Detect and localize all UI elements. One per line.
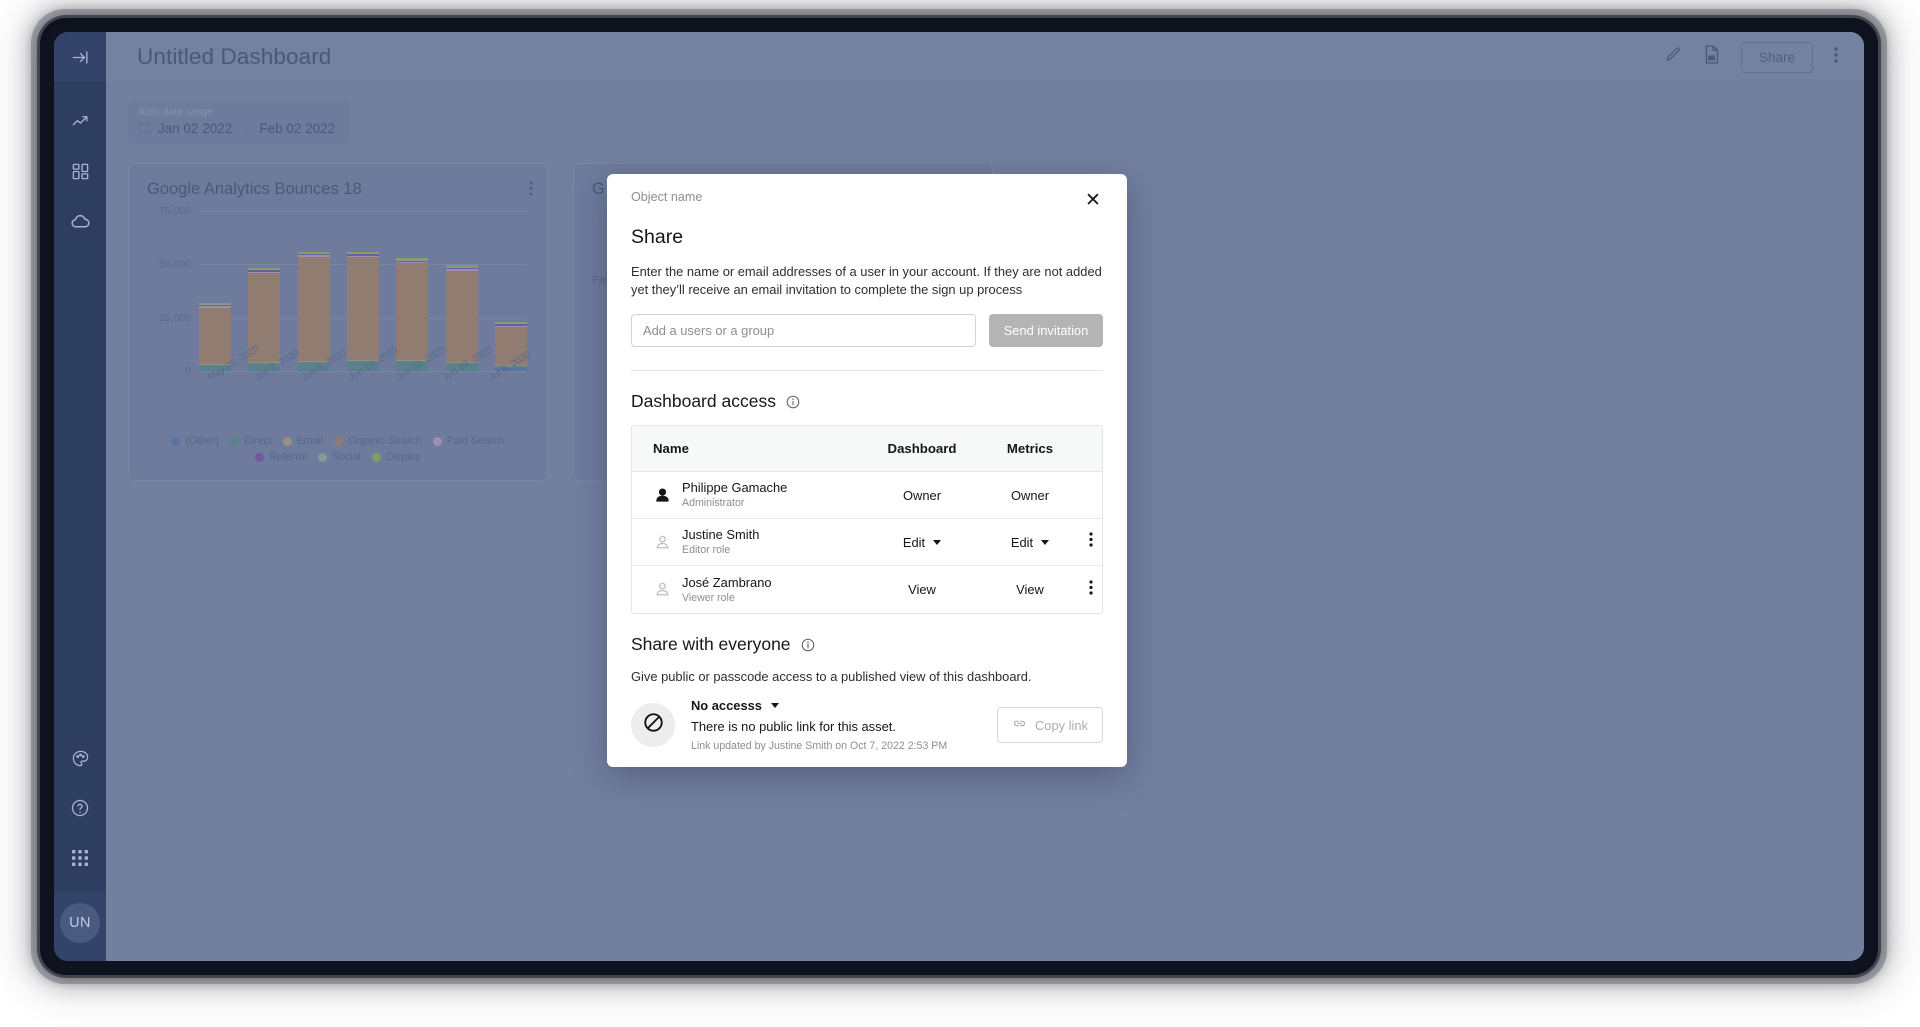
no-access-icon bbox=[642, 711, 665, 739]
copy-link-label: Copy link bbox=[1034, 717, 1088, 733]
sidebar-item-analytics[interactable] bbox=[54, 96, 106, 146]
help-circle-icon bbox=[70, 798, 90, 818]
add-users-input[interactable] bbox=[631, 314, 976, 348]
cell-dashboard-role: View bbox=[864, 582, 980, 597]
person-name: José Zambrano bbox=[682, 574, 772, 590]
cell-dashboard-role[interactable]: Edit bbox=[864, 535, 980, 550]
row-menu-button[interactable] bbox=[1080, 532, 1102, 552]
object-name-label: Object name bbox=[631, 190, 703, 204]
person-icon bbox=[653, 486, 671, 504]
person-icon bbox=[653, 581, 671, 599]
collapse-panel-icon bbox=[54, 48, 106, 67]
row-menu-button[interactable] bbox=[1080, 580, 1102, 600]
copy-link-button[interactable]: Copy link bbox=[996, 707, 1103, 744]
trending-up-icon bbox=[71, 112, 90, 131]
table-row: José Zambrano Viewer role View View bbox=[632, 566, 1102, 614]
share-dialog: Object name ✕ Share Enter the name or em… bbox=[607, 174, 1127, 767]
table-header: Name Dashboard Metrics bbox=[632, 426, 1102, 473]
cell-metrics-role-value: View bbox=[1016, 582, 1044, 598]
grid-dashboard-icon bbox=[71, 162, 90, 181]
divider bbox=[631, 370, 1103, 372]
public-access-text: No accesss There is no public link for t… bbox=[691, 698, 981, 752]
cell-metrics-role: Owner bbox=[980, 488, 1080, 503]
cell-metrics-role-value: Owner bbox=[1011, 487, 1049, 503]
public-access-selector[interactable]: No accesss bbox=[691, 698, 981, 713]
dialog-header: Object name ✕ bbox=[631, 174, 1103, 210]
dashboard-access-header: Dashboard access bbox=[631, 391, 1103, 412]
cell-metrics-role: View bbox=[980, 582, 1080, 597]
cell-name: Philippe Gamache Administrator bbox=[632, 479, 864, 511]
sidebar-item-help[interactable] bbox=[54, 783, 106, 833]
cell-dashboard-role-value: Edit bbox=[902, 534, 926, 550]
dialog-description: Enter the name or email addresses of a u… bbox=[631, 264, 1102, 297]
share-everyone-header: Share with everyone bbox=[631, 634, 1103, 655]
public-access-row: No accesss There is no public link for t… bbox=[631, 698, 1103, 752]
apps-grid-icon bbox=[71, 849, 89, 867]
table-body: Philippe Gamache Administrator Owner Owner J… bbox=[632, 472, 1102, 614]
cloud-icon bbox=[70, 211, 91, 232]
person-text: Justine Smith Editor role bbox=[682, 526, 759, 558]
sidebar-item-dashboards[interactable] bbox=[54, 146, 106, 196]
avatar-initials: UN bbox=[69, 915, 91, 931]
left-sidebar: UN bbox=[54, 32, 106, 961]
link-icon bbox=[1012, 716, 1027, 734]
person-role: Editor role bbox=[682, 544, 731, 557]
chevron-down-icon bbox=[770, 703, 779, 709]
sidebar-collapse-button[interactable] bbox=[54, 32, 106, 82]
public-status-badge bbox=[631, 703, 675, 748]
dashboard-access-title: Dashboard access bbox=[631, 391, 776, 412]
avatar[interactable]: UN bbox=[60, 903, 100, 943]
table-row: Philippe Gamache Administrator Owner Owner bbox=[632, 472, 1102, 520]
sidebar-item-apps[interactable] bbox=[54, 833, 106, 883]
cell-dashboard-role: Owner bbox=[864, 488, 980, 503]
person: José Zambrano Viewer role bbox=[653, 574, 864, 606]
link-updated-text: Link updated by Justine Smith on Oct 7, … bbox=[691, 740, 948, 753]
chevron-down-icon bbox=[933, 539, 942, 545]
person: Philippe Gamache Administrator bbox=[653, 479, 864, 511]
sidebar-item-theme[interactable] bbox=[54, 733, 106, 783]
person: Justine Smith Editor role bbox=[653, 526, 864, 558]
info-circle-icon[interactable] bbox=[786, 395, 800, 409]
cell-metrics-role-value: Edit bbox=[1010, 534, 1034, 550]
person-name: Philippe Gamache bbox=[682, 480, 788, 496]
dialog-title: Share bbox=[631, 226, 684, 248]
access-table: Name Dashboard Metrics Philippe Gamache A… bbox=[631, 425, 1103, 615]
person-text: José Zambrano Viewer role bbox=[682, 574, 772, 606]
sidebar-account-band: UN bbox=[54, 893, 106, 961]
cell-dashboard-role-value: Owner bbox=[903, 487, 941, 503]
share-everyone-description: Give public or passcode access to a publ… bbox=[631, 669, 1032, 685]
kebab-menu-icon bbox=[1089, 532, 1093, 552]
screen: UN Untitled Dashboard Share Auto date ra… bbox=[0, 0, 1920, 1027]
person-role: Administrator bbox=[682, 497, 745, 510]
cell-dashboard-role-value: View bbox=[908, 582, 936, 598]
cell-metrics-role[interactable]: Edit bbox=[980, 535, 1080, 550]
share-everyone-title: Share with everyone bbox=[631, 634, 791, 655]
close-icon: ✕ bbox=[1085, 189, 1101, 211]
table-row: Justine Smith Editor role Edit Edit bbox=[632, 519, 1102, 567]
invite-row: Send invitation bbox=[631, 314, 1103, 348]
column-header-name: Name bbox=[653, 441, 689, 457]
column-header-metrics: Metrics bbox=[1006, 441, 1054, 457]
info-circle-icon[interactable] bbox=[801, 638, 815, 652]
person-role: Viewer role bbox=[682, 591, 735, 604]
palette-icon bbox=[71, 749, 90, 768]
person-name: Justine Smith bbox=[682, 527, 760, 543]
public-access-value: No accesss bbox=[691, 698, 762, 714]
send-invitation-button[interactable]: Send invitation bbox=[989, 314, 1103, 348]
cell-name: Justine Smith Editor role bbox=[632, 526, 864, 558]
app-window: UN Untitled Dashboard Share Auto date ra… bbox=[54, 32, 1864, 961]
sidebar-item-data-sources[interactable] bbox=[54, 196, 106, 246]
person-icon bbox=[653, 533, 671, 551]
kebab-menu-icon bbox=[1089, 580, 1093, 600]
main-content: Untitled Dashboard Share Auto date range… bbox=[106, 32, 1864, 961]
column-header-dashboard: Dashboard bbox=[887, 441, 957, 457]
browser-frame: UN Untitled Dashboard Share Auto date ra… bbox=[40, 18, 1878, 975]
chevron-down-icon bbox=[1041, 539, 1050, 545]
no-public-link-text: There is no public link for this asset. bbox=[691, 719, 896, 735]
close-dialog-button[interactable]: ✕ bbox=[1083, 190, 1103, 210]
cell-name: José Zambrano Viewer role bbox=[632, 574, 864, 606]
person-text: Philippe Gamache Administrator bbox=[682, 479, 787, 511]
